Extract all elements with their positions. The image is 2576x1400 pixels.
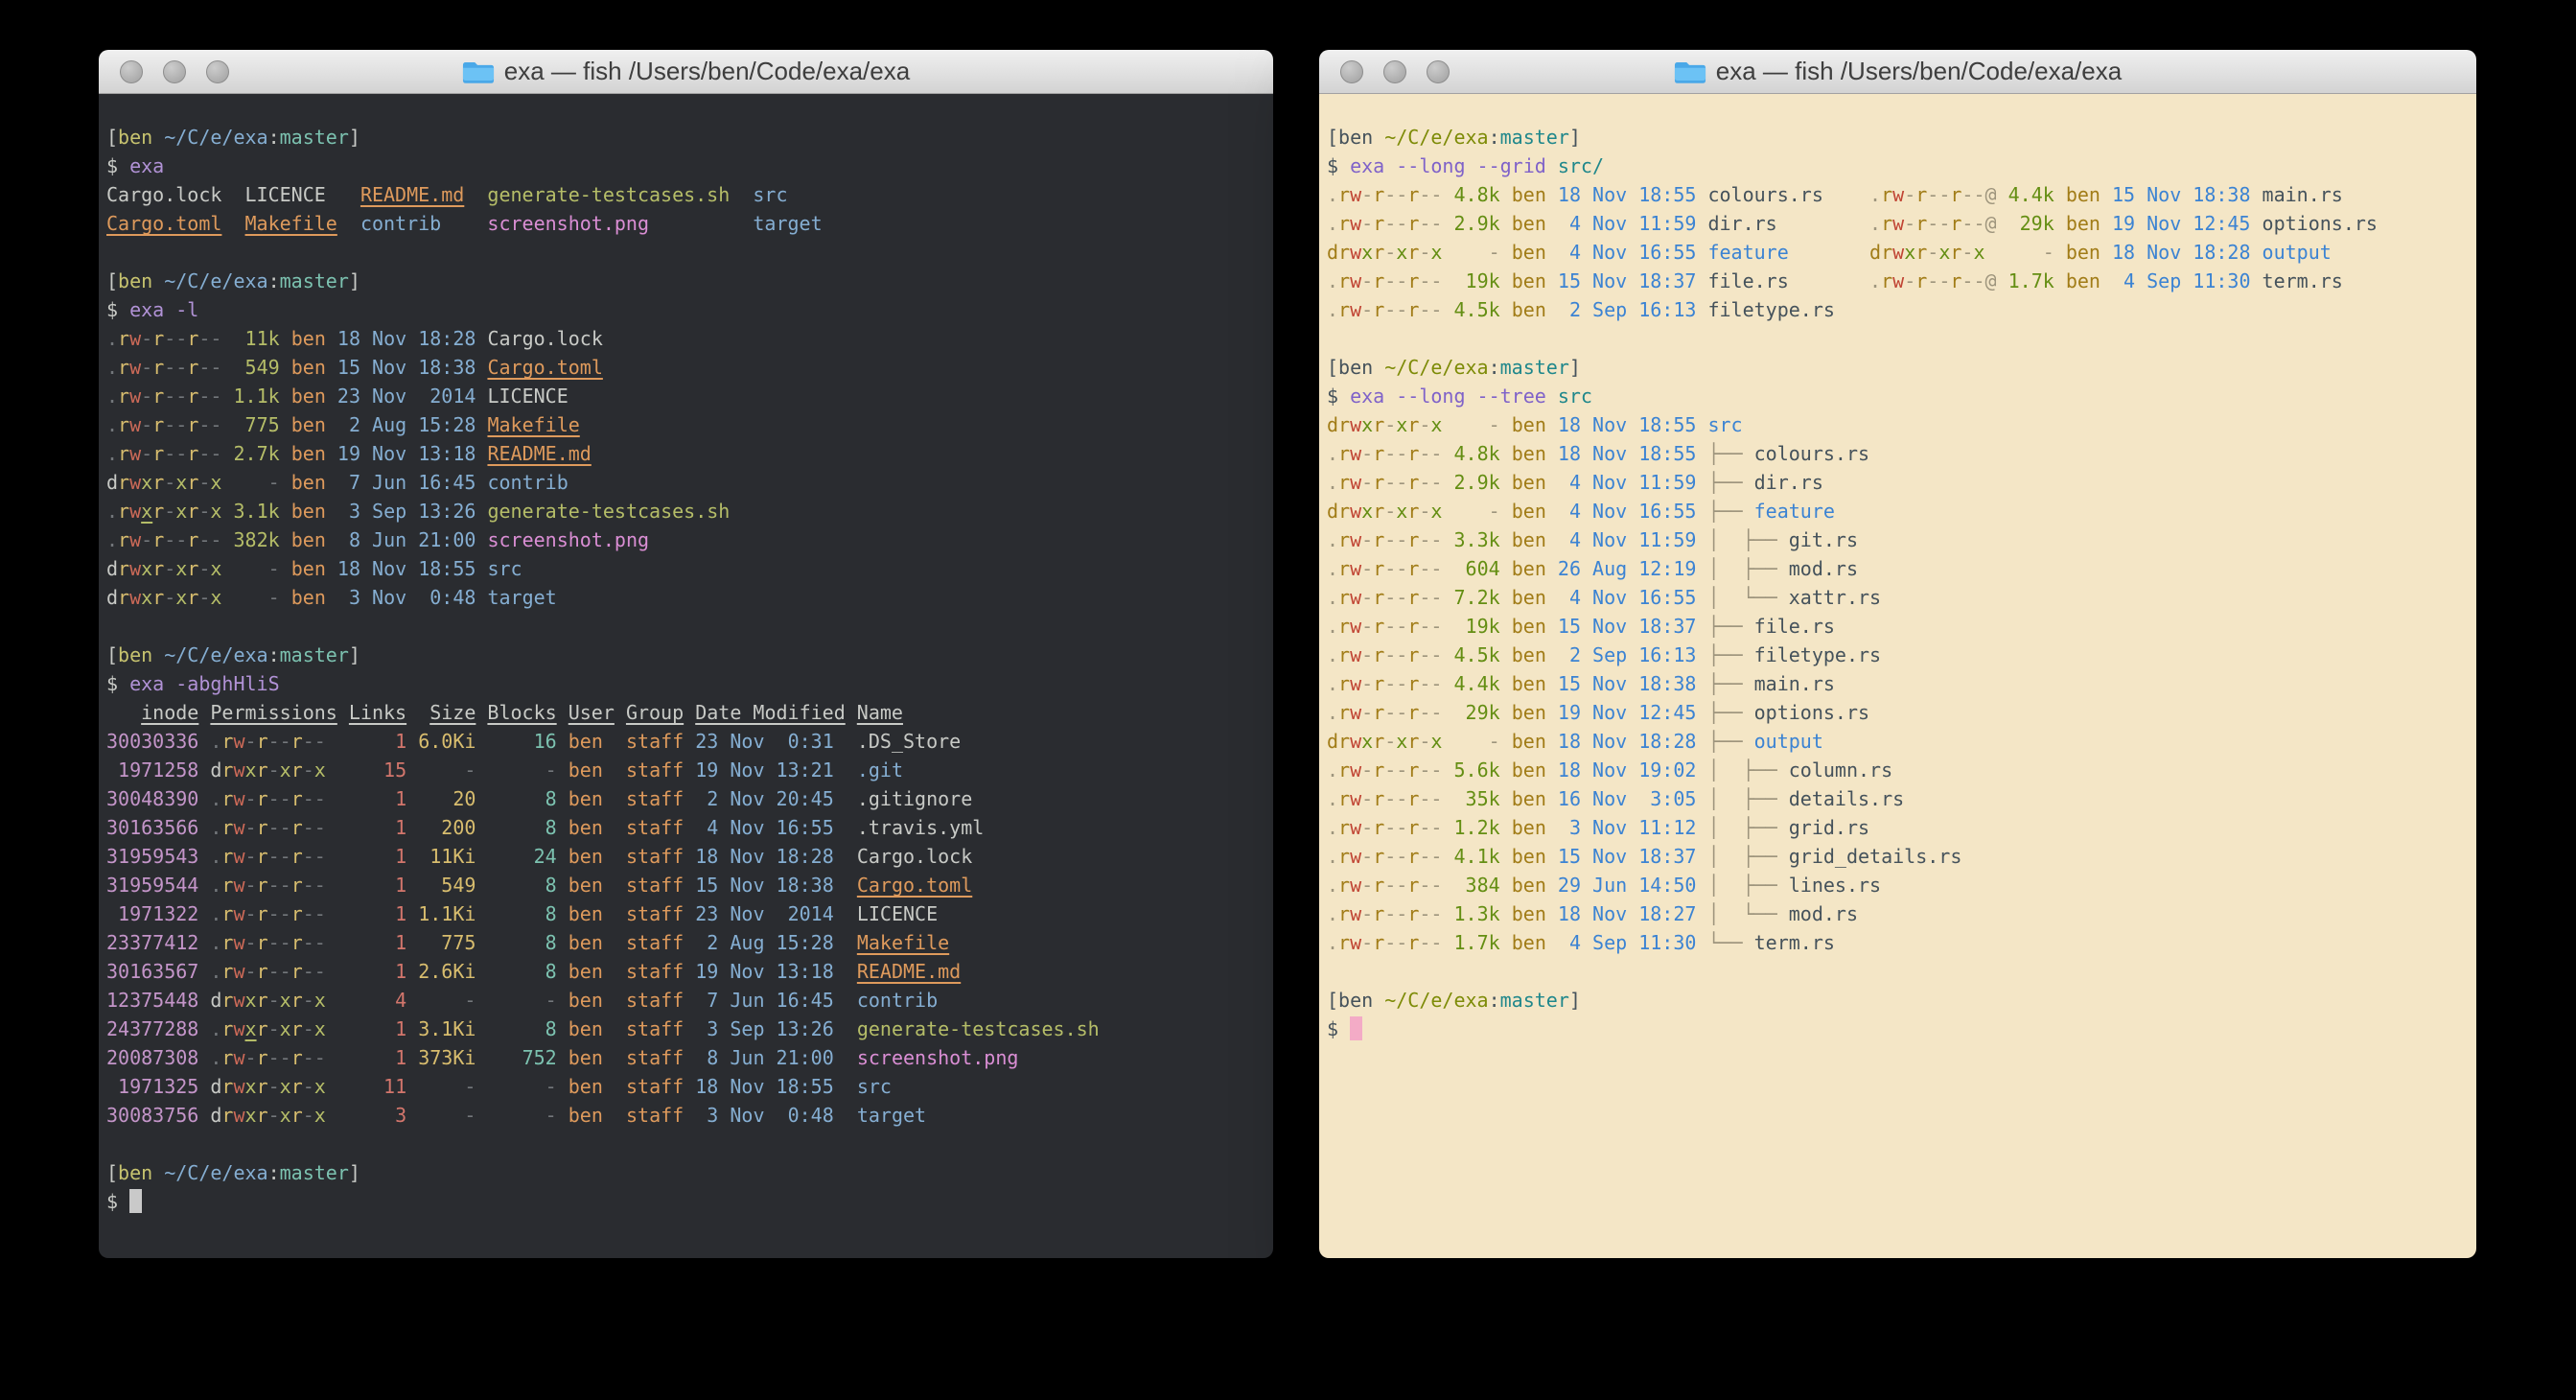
titlebar-right[interactable]: exa — fish /Users/ben/Code/exa/exa [1319, 50, 2476, 94]
terminal-line: [ben ~/C/e/exa:master] [106, 267, 1273, 295]
terminal-line: [ben ~/C/e/exa:master] [1327, 986, 2476, 1015]
terminal-line: $ exa -l [106, 295, 1273, 324]
terminal-window-right: exa — fish /Users/ben/Code/exa/exa [ben … [1319, 50, 2476, 1258]
terminal-line: drwxr-xr-x - ben 7 Jun 16:45 contrib [106, 468, 1273, 497]
terminal-line: 31959543 .rw-r--r-- 1 11Ki 24 ben staff … [106, 842, 1273, 871]
terminal-line: .rw-r--r-- 382k ben 8 Jun 21:00 screensh… [106, 525, 1273, 554]
terminal-line: 23377412 .rw-r--r-- 1 775 8 ben staff 2 … [106, 928, 1273, 957]
terminal-line: Cargo.lock LICENCE README.md generate-te… [106, 180, 1273, 209]
terminal-line: $ [1327, 1015, 2476, 1043]
terminal-line: [ben ~/C/e/exa:master] [106, 123, 1273, 152]
window-title-area: exa — fish /Users/ben/Code/exa/exa [1674, 57, 2122, 86]
terminal-line [1327, 957, 2476, 986]
folder-icon[interactable] [462, 58, 495, 84]
terminal-line: inode Permissions Links Size Blocks User… [106, 698, 1273, 727]
terminal-screen-left[interactable]: [ben ~/C/e/exa:master]$ exaCargo.lock LI… [99, 94, 1273, 1258]
terminal-line: drwxr-xr-x - ben 4 Nov 16:55 feature drw… [1327, 238, 2476, 267]
terminal-line: .rw-r--r-- 29k ben 19 Nov 12:45 ├── opti… [1327, 698, 2476, 727]
terminal-line [106, 612, 1273, 641]
window-title-area: exa — fish /Users/ben/Code/exa/exa [462, 57, 910, 86]
terminal-line: .rw-r--r-- 384 ben 29 Jun 14:50 │ ├── li… [1327, 871, 2476, 899]
terminal-line: 12375448 drwxr-xr-x 4 - - ben staff 7 Ju… [106, 986, 1273, 1015]
folder-icon[interactable] [1674, 58, 1706, 84]
terminal-line: .rw-r--r-- 1.3k ben 18 Nov 18:27 │ └── m… [1327, 899, 2476, 928]
terminal-window-left: exa — fish /Users/ben/Code/exa/exa [ben … [99, 50, 1273, 1258]
terminal-line: .rw-r--r-- 2.9k ben 4 Nov 11:59 ├── dir.… [1327, 468, 2476, 497]
terminal-line: $ [106, 1187, 1273, 1216]
terminal-line: .rw-r--r-- 2.7k ben 19 Nov 13:18 README.… [106, 439, 1273, 468]
terminal-line: .rw-r--r-- 5.6k ben 18 Nov 19:02 │ ├── c… [1327, 756, 2476, 784]
traffic-lights [120, 50, 229, 93]
terminal-line: $ exa -abghHliS [106, 669, 1273, 698]
terminal-line: .rw-r--r-- 1.2k ben 3 Nov 11:12 │ ├── gr… [1327, 813, 2476, 842]
minimize-button[interactable] [1383, 60, 1406, 83]
terminal-line [1327, 324, 2476, 353]
terminal-line: drwxr-xr-x - ben 4 Nov 16:55 ├── feature [1327, 497, 2476, 525]
terminal-line: 1971325 drwxr-xr-x 11 - - ben staff 18 N… [106, 1072, 1273, 1101]
window-title: exa — fish /Users/ben/Code/exa/exa [504, 57, 910, 86]
zoom-button[interactable] [206, 60, 229, 83]
terminal-line: .rw-r--r-- 4.8k ben 18 Nov 18:55 ├── col… [1327, 439, 2476, 468]
terminal-line: .rw-r--r-- 4.4k ben 15 Nov 18:38 ├── mai… [1327, 669, 2476, 698]
terminal-line: 30083756 drwxr-xr-x 3 - - ben staff 3 No… [106, 1101, 1273, 1130]
terminal-line: .rw-r--r-- 2.9k ben 4 Nov 11:59 dir.rs .… [1327, 209, 2476, 238]
terminal-line: 30048390 .rw-r--r-- 1 20 8 ben staff 2 N… [106, 784, 1273, 813]
terminal-line: .rw-r--r-- 3.3k ben 4 Nov 11:59 │ ├── gi… [1327, 525, 2476, 554]
terminal-line: 30163566 .rw-r--r-- 1 200 8 ben staff 4 … [106, 813, 1273, 842]
terminal-line: [ben ~/C/e/exa:master] [1327, 123, 2476, 152]
close-button[interactable] [1340, 60, 1363, 83]
terminal-line: .rw-r--r-- 1.7k ben 4 Sep 11:30 └── term… [1327, 928, 2476, 957]
terminal-line: 20087308 .rw-r--r-- 1 373Ki 752 ben staf… [106, 1043, 1273, 1072]
terminal-line: 31959544 .rw-r--r-- 1 549 8 ben staff 15… [106, 871, 1273, 899]
terminal-screen-right[interactable]: [ben ~/C/e/exa:master]$ exa --long --gri… [1319, 94, 2476, 1258]
terminal-line: .rw-r--r-- 7.2k ben 4 Nov 16:55 │ └── xa… [1327, 583, 2476, 612]
terminal-line: 1971322 .rw-r--r-- 1 1.1Ki 8 ben staff 2… [106, 899, 1273, 928]
terminal-cursor [129, 1189, 142, 1213]
terminal-line: 30163567 .rw-r--r-- 1 2.6Ki 8 ben staff … [106, 957, 1273, 986]
traffic-lights [1340, 50, 1450, 93]
terminal-cursor [1350, 1016, 1362, 1040]
terminal-line: drwxr-xr-x - ben 18 Nov 18:28 ├── output [1327, 727, 2476, 756]
terminal-line: .rw-r--r-- 4.1k ben 15 Nov 18:37 │ ├── g… [1327, 842, 2476, 871]
titlebar-left[interactable]: exa — fish /Users/ben/Code/exa/exa [99, 50, 1273, 94]
desktop: exa — fish /Users/ben/Code/exa/exa [ben … [0, 0, 2576, 1400]
terminal-line: 1971258 drwxr-xr-x 15 - - ben staff 19 N… [106, 756, 1273, 784]
terminal-line: .rw-r--r-- 604 ben 26 Aug 12:19 │ ├── mo… [1327, 554, 2476, 583]
terminal-line: $ exa --long --grid src/ [1327, 152, 2476, 180]
terminal-line: .rw-r--r-- 19k ben 15 Nov 18:37 ├── file… [1327, 612, 2476, 641]
terminal-line: .rw-r--r-- 19k ben 15 Nov 18:37 file.rs … [1327, 267, 2476, 295]
terminal-line: .rw-r--r-- 11k ben 18 Nov 18:28 Cargo.lo… [106, 324, 1273, 353]
terminal-line [106, 238, 1273, 267]
terminal-line: .rw-r--r-- 35k ben 16 Nov 3:05 │ ├── det… [1327, 784, 2476, 813]
terminal-line [106, 1130, 1273, 1158]
window-title: exa — fish /Users/ben/Code/exa/exa [1716, 57, 2122, 86]
terminal-line: drwxr-xr-x - ben 18 Nov 18:55 src [1327, 410, 2476, 439]
terminal-line: $ exa [106, 152, 1273, 180]
terminal-line: 30030336 .rw-r--r-- 1 6.0Ki 16 ben staff… [106, 727, 1273, 756]
terminal-line: $ exa --long --tree src [1327, 382, 2476, 410]
terminal-line: [ben ~/C/e/exa:master] [106, 641, 1273, 669]
close-button[interactable] [120, 60, 143, 83]
terminal-line: .rw-r--r-- 1.1k ben 23 Nov 2014 LICENCE [106, 382, 1273, 410]
terminal-line: .rw-r--r-- 775 ben 2 Aug 15:28 Makefile [106, 410, 1273, 439]
terminal-line: .rwxr-xr-x 3.1k ben 3 Sep 13:26 generate… [106, 497, 1273, 525]
terminal-line: [ben ~/C/e/exa:master] [106, 1158, 1273, 1187]
terminal-line: Cargo.toml Makefile contrib screenshot.p… [106, 209, 1273, 238]
terminal-line: drwxr-xr-x - ben 3 Nov 0:48 target [106, 583, 1273, 612]
terminal-line: .rw-r--r-- 549 ben 15 Nov 18:38 Cargo.to… [106, 353, 1273, 382]
terminal-line: .rw-r--r-- 4.5k ben 2 Sep 16:13 filetype… [1327, 295, 2476, 324]
zoom-button[interactable] [1427, 60, 1450, 83]
terminal-line: .rw-r--r-- 4.8k ben 18 Nov 18:55 colours… [1327, 180, 2476, 209]
minimize-button[interactable] [163, 60, 186, 83]
terminal-line: 24377288 .rwxr-xr-x 1 3.1Ki 8 ben staff … [106, 1015, 1273, 1043]
terminal-line: [ben ~/C/e/exa:master] [1327, 353, 2476, 382]
terminal-line: drwxr-xr-x - ben 18 Nov 18:55 src [106, 554, 1273, 583]
terminal-line: .rw-r--r-- 4.5k ben 2 Sep 16:13 ├── file… [1327, 641, 2476, 669]
